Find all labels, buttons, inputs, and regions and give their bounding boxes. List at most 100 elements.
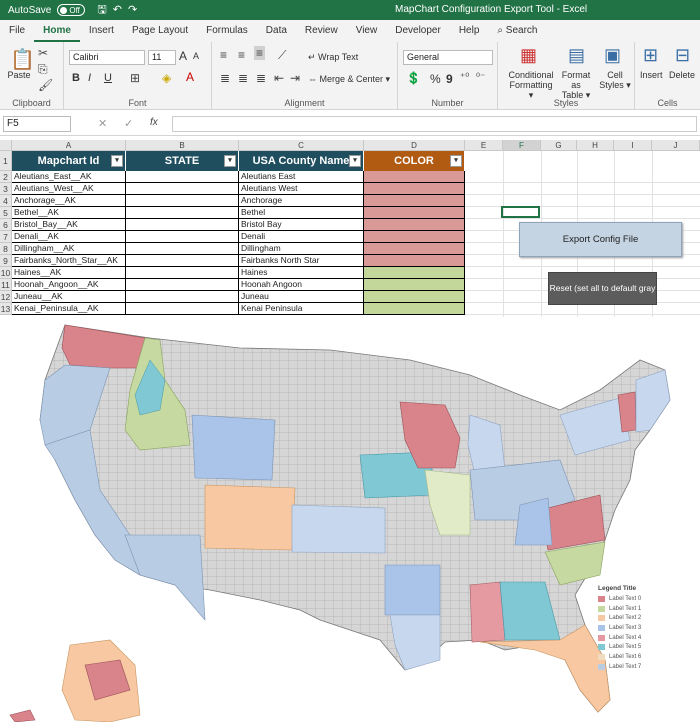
cell-mapchart-id[interactable]: Bethel__AK <box>12 207 126 219</box>
cell-color[interactable] <box>364 303 465 315</box>
cell-mapchart-id[interactable]: Hoonah_Angoon__AK <box>12 279 126 291</box>
cut-icon[interactable]: ✂ <box>38 46 48 60</box>
tab-developer[interactable]: Developer <box>386 20 450 42</box>
select-all-corner[interactable] <box>0 140 12 151</box>
format-painter-icon[interactable]: 🖌 <box>38 78 53 92</box>
cell-state[interactable] <box>126 219 239 231</box>
cell-state[interactable] <box>126 303 239 315</box>
format-as-table-icon[interactable]: ▤ <box>568 45 585 66</box>
cell-color[interactable] <box>364 183 465 195</box>
row-header[interactable]: 12 <box>0 291 12 303</box>
row-header[interactable]: 8 <box>0 243 12 255</box>
cell-mapchart-id[interactable]: Anchorage__AK <box>12 195 126 207</box>
tab-home[interactable]: Home <box>34 20 80 42</box>
row-header[interactable]: 2 <box>0 171 12 183</box>
cell-color[interactable] <box>364 267 465 279</box>
italic-button[interactable]: I <box>88 72 91 84</box>
align-top-icon[interactable]: ≡ <box>220 48 227 62</box>
header-state[interactable]: STATE ▾ <box>126 151 239 171</box>
header-county-name[interactable]: USA County Name ▾ <box>239 151 364 171</box>
cell-color[interactable] <box>364 207 465 219</box>
cell-mapchart-id[interactable]: Denali__AK <box>12 231 126 243</box>
cell-styles-icon[interactable]: ▣ <box>604 45 621 66</box>
orientation-icon[interactable]: ⟋ <box>278 48 286 63</box>
cell-county-name[interactable]: Aleutians West <box>239 183 364 195</box>
cell-state[interactable] <box>126 207 239 219</box>
font-name-select[interactable]: Calibri <box>69 50 145 65</box>
percent-button[interactable]: % <box>430 72 441 86</box>
redo-icon[interactable]: ↷ <box>128 4 143 16</box>
cell-mapchart-id[interactable]: Kenai_Peninsula__AK <box>12 303 126 315</box>
copy-icon[interactable]: ⎘ <box>38 62 48 77</box>
borders-icon[interactable]: ⊞ <box>130 71 140 85</box>
cell-state[interactable] <box>126 267 239 279</box>
cell-color[interactable] <box>364 291 465 303</box>
comma-button[interactable]: 9 <box>446 72 453 86</box>
column-header[interactable]: D <box>364 140 465 151</box>
filter-dropdown-icon[interactable]: ▾ <box>111 155 123 167</box>
cell-county-name[interactable]: Denali <box>239 231 364 243</box>
delete-cells-button[interactable]: Delete <box>669 70 695 80</box>
cell-state[interactable] <box>126 279 239 291</box>
cell-county-name[interactable]: Haines <box>239 267 364 279</box>
insert-cells-icon[interactable]: ⊞ <box>643 45 658 66</box>
row-header[interactable]: 1 <box>0 151 12 171</box>
font-size-select[interactable]: 11 <box>148 50 176 65</box>
bold-button[interactable]: B <box>72 72 80 84</box>
conditional-formatting-button[interactable]: Conditional Formatting ▾ <box>506 70 556 100</box>
cell-color[interactable] <box>364 243 465 255</box>
cell-county-name[interactable]: Dillingham <box>239 243 364 255</box>
delete-cells-icon[interactable]: ⊟ <box>675 45 690 66</box>
row-header[interactable]: 10 <box>0 267 12 279</box>
decrease-decimal-icon[interactable]: ⁰⁻ <box>476 72 485 83</box>
tab-data[interactable]: Data <box>257 20 296 42</box>
tab-view[interactable]: View <box>347 20 387 42</box>
cell-county-name[interactable]: Juneau <box>239 291 364 303</box>
row-header[interactable]: 3 <box>0 183 12 195</box>
wrap-text-button[interactable]: ↵ Wrap Text <box>308 52 358 63</box>
cell-state[interactable] <box>126 195 239 207</box>
cell-state[interactable] <box>126 183 239 195</box>
undo-icon[interactable]: ↶ <box>113 4 128 16</box>
increase-decimal-icon[interactable]: ⁺⁰ <box>460 72 469 83</box>
accounting-format-icon[interactable]: 💲 <box>406 71 421 85</box>
filter-dropdown-icon[interactable]: ▾ <box>224 155 236 167</box>
fill-color-icon[interactable]: ◈ <box>162 71 171 85</box>
header-color[interactable]: COLOR ▾ <box>364 151 465 171</box>
format-as-table-button[interactable]: Format as Table ▾ <box>556 70 596 100</box>
cell-color[interactable] <box>364 171 465 183</box>
increase-indent-icon[interactable]: ⇥ <box>290 71 300 85</box>
row-header[interactable]: 6 <box>0 219 12 231</box>
row-header[interactable]: 5 <box>0 207 12 219</box>
font-color-icon[interactable]: A <box>186 70 194 84</box>
cell-mapchart-id[interactable]: Dillingham__AK <box>12 243 126 255</box>
insert-function-button[interactable]: fx <box>150 117 158 128</box>
cell-county-name[interactable]: Bethel <box>239 207 364 219</box>
cell-mapchart-id[interactable]: Aleutians_West__AK <box>12 183 126 195</box>
paste-icon[interactable]: 📋 <box>10 47 35 72</box>
align-bottom-icon[interactable]: ≡ <box>254 46 266 60</box>
cell-styles-button[interactable]: Cell Styles ▾ <box>598 70 632 90</box>
column-header[interactable]: C <box>239 140 364 151</box>
tab-insert[interactable]: Insert <box>80 20 123 42</box>
tab-help[interactable]: Help <box>450 20 489 42</box>
column-header[interactable]: E <box>465 140 503 151</box>
align-middle-icon[interactable]: ≡ <box>238 48 245 62</box>
name-box[interactable]: F5 <box>3 116 71 132</box>
cell-mapchart-id[interactable]: Haines__AK <box>12 267 126 279</box>
cell-state[interactable] <box>126 243 239 255</box>
grow-font-button[interactable]: A <box>179 49 187 63</box>
cell-state[interactable] <box>126 291 239 303</box>
cell-county-name[interactable]: Fairbanks North Star <box>239 255 364 267</box>
export-config-button[interactable]: Export Config File <box>519 222 682 257</box>
align-center-icon[interactable]: ≣ <box>238 71 248 85</box>
cell-color[interactable] <box>364 195 465 207</box>
cell-state[interactable] <box>126 255 239 267</box>
column-header[interactable]: J <box>652 140 700 151</box>
cell-mapchart-id[interactable]: Juneau__AK <box>12 291 126 303</box>
cell-county-name[interactable]: Kenai Peninsula <box>239 303 364 315</box>
row-header[interactable]: 9 <box>0 255 12 267</box>
column-header[interactable]: A <box>12 140 126 151</box>
header-mapchart-id[interactable]: Mapchart Id ▾ <box>12 151 126 171</box>
cell-mapchart-id[interactable]: Bristol_Bay__AK <box>12 219 126 231</box>
